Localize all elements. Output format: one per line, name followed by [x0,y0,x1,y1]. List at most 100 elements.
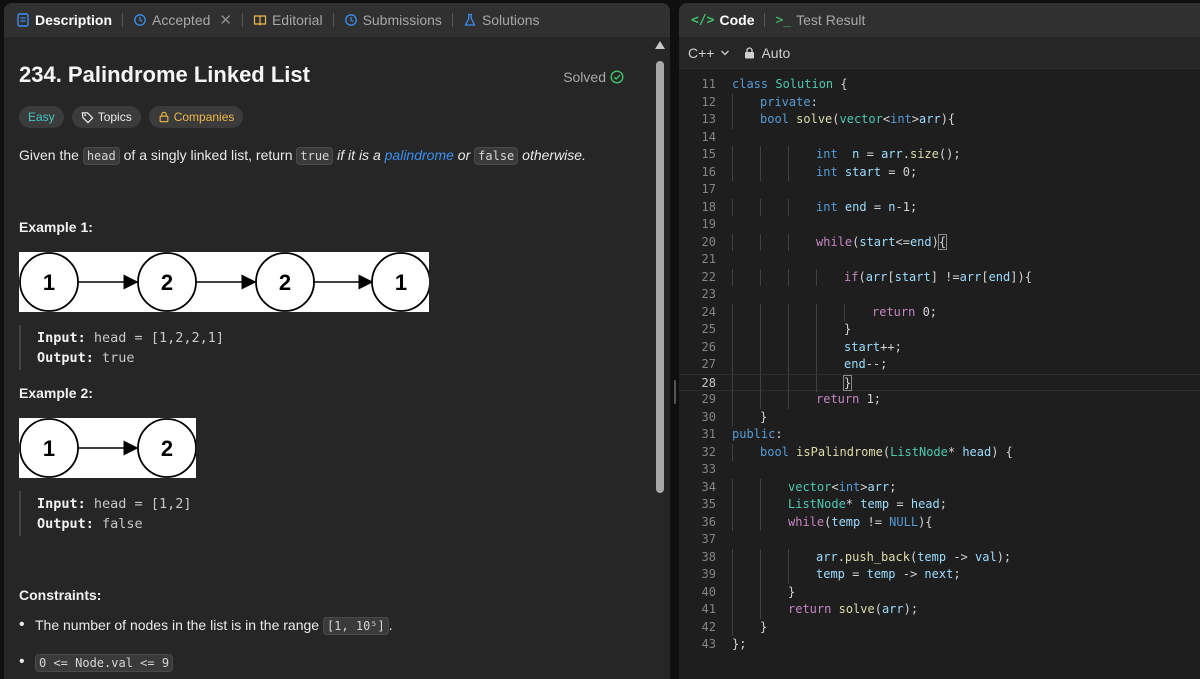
indent-guide [732,548,733,566]
code-line[interactable]: 41 return solve(arr); [679,601,1200,619]
code-line[interactable]: 15 int n = arr.size(); [679,146,1200,164]
code-line[interactable]: 40} [679,583,1200,601]
difficulty-badge[interactable]: Easy [19,106,64,128]
indent-guide [788,566,789,584]
tab-solutions[interactable]: Solutions [459,12,544,28]
input-label: Input: [37,330,86,346]
indent-guide [788,233,789,251]
code-line[interactable]: 32 bool isPalindrome(ListNode* head) { [679,443,1200,461]
line-number: 12 [701,94,716,109]
language-select[interactable]: C++ [688,45,730,61]
code-line[interactable]: 43}; [679,636,1200,654]
indent-guide [732,374,733,392]
scroll-up-arrow-icon[interactable] [655,41,665,49]
line-number: 29 [701,392,716,406]
svg-text:2: 2 [161,270,173,295]
indent-guide [760,478,761,496]
example-2-heading: Example 2: [19,385,93,401]
close-icon[interactable]: ✕ [219,11,232,29]
tab-code[interactable]: </> Code [687,12,758,28]
code-line[interactable]: 20 while(start<=end){ [679,233,1200,251]
terminal-icon: >_ [775,12,792,28]
inline-code: [1, 10⁵] [322,617,389,635]
example-2-diagram: 1 2 [19,418,196,478]
indent-guide [816,303,817,321]
code-line[interactable]: 42} [679,618,1200,636]
scroll-thumb[interactable] [656,61,664,493]
code-text: bool isPalindrome(ListNode* head) { [760,444,1013,459]
problem-title[interactable]: 234. Palindrome Linked List [19,62,310,88]
chevron-down-icon [721,50,730,55]
line-number: 41 [701,602,716,616]
code-text: return 1; [816,392,882,406]
tab-accepted[interactable]: Accepted ✕ [129,11,236,29]
code-line[interactable]: 22 if(arr[start] !=arr[end]){ [679,268,1200,286]
tab-separator [764,13,766,27]
tab-test-result[interactable]: >_ Test Result [771,12,869,28]
code-text: } [842,374,853,391]
input-value: head = [1,2,2,1] [93,330,224,346]
code-line[interactable]: 28} [679,373,1200,392]
code-line[interactable]: 16 int start = 0; [679,163,1200,181]
code-line[interactable]: 29 return 1; [679,391,1200,409]
tab-submissions[interactable]: Submissions [340,12,446,28]
indent-guide [760,566,761,584]
code-text: end--; [844,357,888,371]
code-line[interactable]: 27 end--; [679,356,1200,374]
code-line[interactable]: 31 public: [679,426,1200,444]
code-line[interactable]: 17 [679,181,1200,199]
line-number: 40 [701,584,716,599]
code-line[interactable]: 11 class Solution { [679,76,1200,94]
code-line[interactable]: 38 arr.push_back(temp -> val); [679,548,1200,566]
indent-guide [788,146,789,164]
code-line[interactable]: 26 start++; [679,338,1200,356]
code-line[interactable]: 18 int end = n-1; [679,198,1200,216]
language-label: C++ [688,44,715,61]
tab-editorial[interactable]: Editorial [249,12,327,28]
code-line[interactable]: 19 [679,216,1200,234]
companies-button[interactable]: Companies [148,106,244,128]
panel-resize-handle[interactable] [674,380,676,404]
tab-description[interactable]: Description [12,12,116,28]
code-line[interactable]: 34 vector<int>arr; [679,478,1200,496]
topics-label: Topics [97,110,132,124]
tab-separator [122,13,124,27]
list-node: 1 [19,418,79,478]
code-line[interactable]: 21 [679,251,1200,269]
code-line[interactable]: 35 ListNode* temp = head; [679,496,1200,514]
topics-button[interactable]: Topics [71,106,141,128]
history-icon [134,14,146,26]
description-scrollbar[interactable] [655,41,665,679]
code-line[interactable]: 36 while(temp != NULL){ [679,513,1200,531]
code-line[interactable]: 23 [679,286,1200,304]
line-number: 42 [701,619,716,634]
inline-code: head [82,147,120,165]
code-text: int end = n-1; [816,199,918,214]
indent-guide [788,374,789,392]
code-line[interactable]: 37 [679,531,1200,549]
constraint-suffix: . [388,617,393,633]
problem-panel: Description Accepted ✕ Editorial Submiss… [4,3,670,679]
code-text: arr.push_back(temp -> val); [816,549,1012,564]
code-line[interactable]: 12 private: [679,93,1200,111]
line-number: 22 [701,269,716,284]
code-line[interactable]: 13 bool solve(vector<int>arr){ [679,111,1200,129]
auto-mode-toggle[interactable]: Auto [744,45,790,61]
history-icon [344,14,357,26]
indent-guide [816,321,817,339]
example-1-heading: Example 1: [19,219,93,235]
code-text: bool solve(vector<int>arr){ [760,112,956,126]
indent-guide [816,338,817,356]
solved-status: Solved [563,66,624,88]
code-line[interactable]: 39 temp = temp -> next; [679,566,1200,584]
code-editor[interactable]: 11 class Solution {12 private: 13 bool solve… [679,73,1200,679]
code-line[interactable]: 25} [679,321,1200,339]
palindrome-link[interactable]: palindrome [385,147,454,163]
tab-editorial-label: Editorial [271,12,323,28]
code-line[interactable]: 33 [679,461,1200,479]
code-line[interactable]: 30} [679,408,1200,426]
code-line[interactable]: 14 [679,129,1200,147]
indent-guide [732,618,733,636]
code-line[interactable]: 24 return 0; [679,303,1200,321]
line-number: 26 [701,339,716,354]
